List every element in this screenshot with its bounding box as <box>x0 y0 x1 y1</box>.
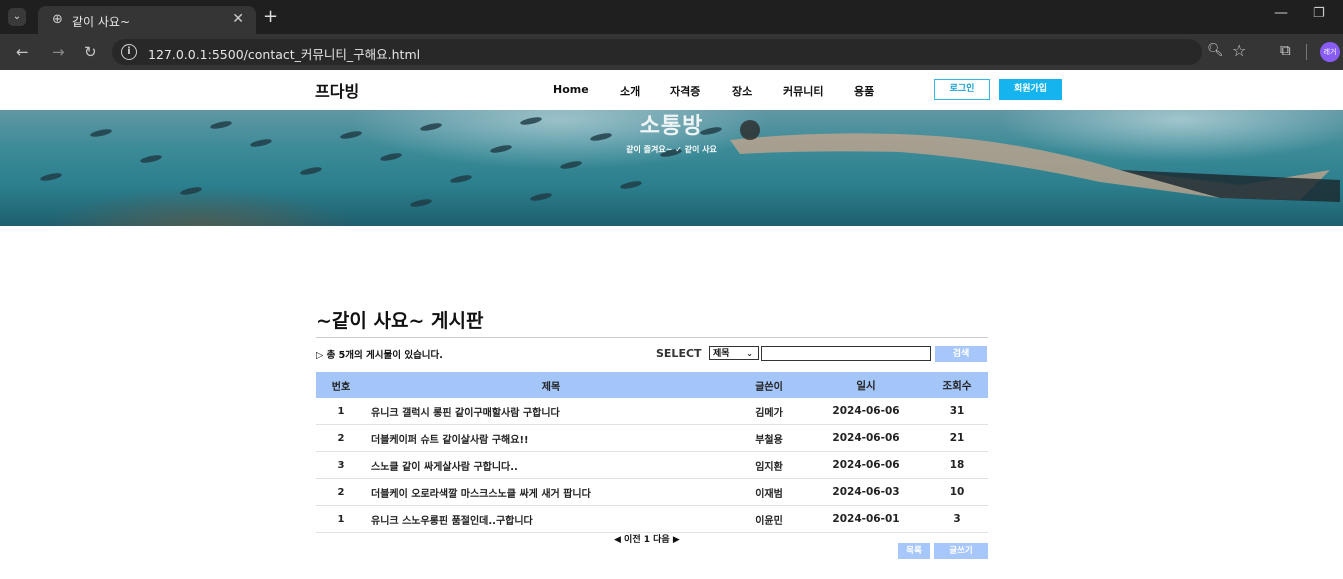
nav-gear[interactable]: 용품 <box>854 83 874 99</box>
restore-icon[interactable]: ❐ <box>1313 6 1325 21</box>
post-date: 2024-06-06 <box>806 451 926 479</box>
profile-avatar[interactable]: 레거 <box>1320 42 1340 62</box>
post-title-link[interactable]: 더블케이 오로라색깔 마스크스노클 싸게 새거 팝니다 <box>366 478 732 506</box>
signup-button[interactable]: 회원가입 <box>999 79 1062 100</box>
breadcrumb: 같이 즐겨요~ ✓ 같이 사요 <box>626 145 717 154</box>
tab-search-icon[interactable]: ⌄ <box>8 8 26 26</box>
post-writer: 이재범 <box>732 478 806 506</box>
reload-icon[interactable]: ↻ <box>84 43 97 61</box>
bookmark-star-icon[interactable]: ☆ <box>1232 41 1246 60</box>
nav-place[interactable]: 장소 <box>732 83 752 99</box>
page-title: ~같이 사요~ 게시판 <box>316 310 484 332</box>
toolbar-divider <box>1306 44 1307 60</box>
post-views: 21 <box>926 424 988 452</box>
search-field-select[interactable]: 제목 ⌄ <box>709 346 759 360</box>
post-views: 10 <box>926 478 988 506</box>
post-writer: 김메가 <box>732 398 806 425</box>
post-number: 2 <box>316 478 366 506</box>
post-writer: 임지환 <box>732 451 806 479</box>
pagination[interactable]: ◀ 이전 1 다음 ▶ <box>614 532 680 545</box>
zoom-icon[interactable]: 🔍︎ <box>1207 43 1224 58</box>
url-text: 127.0.0.1:5500/contact_커뮤니티_구해요.html <box>148 47 421 62</box>
title-divider <box>316 337 988 338</box>
post-title-link[interactable]: 스노클 같이 싸게살사람 구합니다.. <box>366 451 732 479</box>
post-number: 1 <box>316 505 366 533</box>
info-icon[interactable]: i <box>121 44 137 60</box>
browser-tab-bar: ⌄ ⊕ 같이 사요~ ✕ + — ❐ <box>0 0 1343 34</box>
post-number: 3 <box>316 451 366 479</box>
post-title-link[interactable]: 유니크 스노우롱핀 품절인데..구합니다 <box>366 505 732 533</box>
table-row[interactable]: 2 더블케이퍼 슈트 같이살사람 구해요!! 부철용 2024-06-06 21 <box>316 424 988 452</box>
extensions-icon[interactable]: ⧉ <box>1280 41 1291 59</box>
tab-title: 같이 사요~ <box>72 15 131 29</box>
select-value: 제목 <box>713 349 730 359</box>
table-row[interactable]: 1 유니크 갤럭시 롱핀 같이구매할사람 구합니다 김메가 2024-06-06… <box>316 398 988 425</box>
post-writer: 이윤민 <box>732 505 806 533</box>
post-count: ▷ 총 5개의 게시물이 있습니다. <box>316 350 443 361</box>
column-header: 번호 <box>316 372 366 398</box>
column-header: 글쓴이 <box>732 372 806 398</box>
table-header-row: 번호 제목 글쓴이 일시 조회수 <box>316 372 988 398</box>
url-field[interactable]: i 127.0.0.1:5500/contact_커뮤니티_구해요.html <box>112 39 1202 65</box>
post-number: 1 <box>316 398 366 425</box>
nav-home[interactable]: Home <box>553 83 589 96</box>
browser-tab[interactable]: ⊕ 같이 사요~ ✕ <box>38 6 256 34</box>
site-logo[interactable]: 프다빙 <box>315 78 359 102</box>
address-bar: ← → ↻ i 127.0.0.1:5500/contact_커뮤니티_구해요.… <box>0 34 1343 70</box>
post-title-link[interactable]: 더블케이퍼 슈트 같이살사람 구해요!! <box>366 424 732 452</box>
post-number: 2 <box>316 424 366 452</box>
write-button[interactable]: 글쓰기 <box>934 543 988 559</box>
search-button[interactable]: 검색 <box>935 346 987 362</box>
table-row[interactable]: 3 스노클 같이 싸게살사람 구합니다.. 임지환 2024-06-06 18 <box>316 451 988 479</box>
nav-about[interactable]: 소개 <box>620 83 640 99</box>
globe-icon: ⊕ <box>52 12 63 27</box>
chevron-down-icon: ⌄ <box>746 349 753 358</box>
board-table: 번호 제목 글쓴이 일시 조회수 1 유니크 갤럭시 롱핀 같이구매할사람 구합… <box>316 372 988 533</box>
minimize-icon[interactable]: — <box>1274 5 1288 21</box>
column-header: 제목 <box>366 372 732 398</box>
select-label: SELECT <box>656 347 702 360</box>
post-views: 18 <box>926 451 988 479</box>
post-writer: 부철용 <box>732 424 806 452</box>
back-icon[interactable]: ← <box>16 43 29 61</box>
login-button[interactable]: 로그인 <box>934 79 990 100</box>
table-row[interactable]: 2 더블케이 오로라색깔 마스크스노클 싸게 새거 팝니다 이재범 2024-0… <box>316 478 988 506</box>
search-input[interactable] <box>761 346 931 361</box>
close-icon[interactable]: ✕ <box>232 11 244 27</box>
forward-icon[interactable]: → <box>52 43 65 61</box>
column-header: 일시 <box>806 372 926 398</box>
post-date: 2024-06-03 <box>806 478 926 506</box>
column-header: 조회수 <box>926 372 988 398</box>
hero-banner: 소통방 같이 즐겨요~ ✓ 같이 사요 <box>0 110 1343 226</box>
post-views: 31 <box>926 398 988 425</box>
post-title-link[interactable]: 유니크 갤럭시 롱핀 같이구매할사람 구합니다 <box>366 398 732 425</box>
site-header: 프다빙 Home 소개 자격증 장소 커뮤니티 용품 로그인 회원가입 <box>0 70 1343 110</box>
nav-license[interactable]: 자격증 <box>670 83 700 99</box>
post-date: 2024-06-01 <box>806 505 926 533</box>
post-date: 2024-06-06 <box>806 424 926 452</box>
hero-title: 소통방 <box>639 114 704 139</box>
table-row[interactable]: 1 유니크 스노우롱핀 품절인데..구합니다 이윤민 2024-06-01 3 <box>316 505 988 533</box>
post-views: 3 <box>926 505 988 533</box>
new-tab-icon[interactable]: + <box>263 6 278 27</box>
list-button[interactable]: 목록 <box>898 543 930 559</box>
nav-community[interactable]: 커뮤니티 <box>783 83 823 99</box>
post-date: 2024-06-06 <box>806 398 926 425</box>
